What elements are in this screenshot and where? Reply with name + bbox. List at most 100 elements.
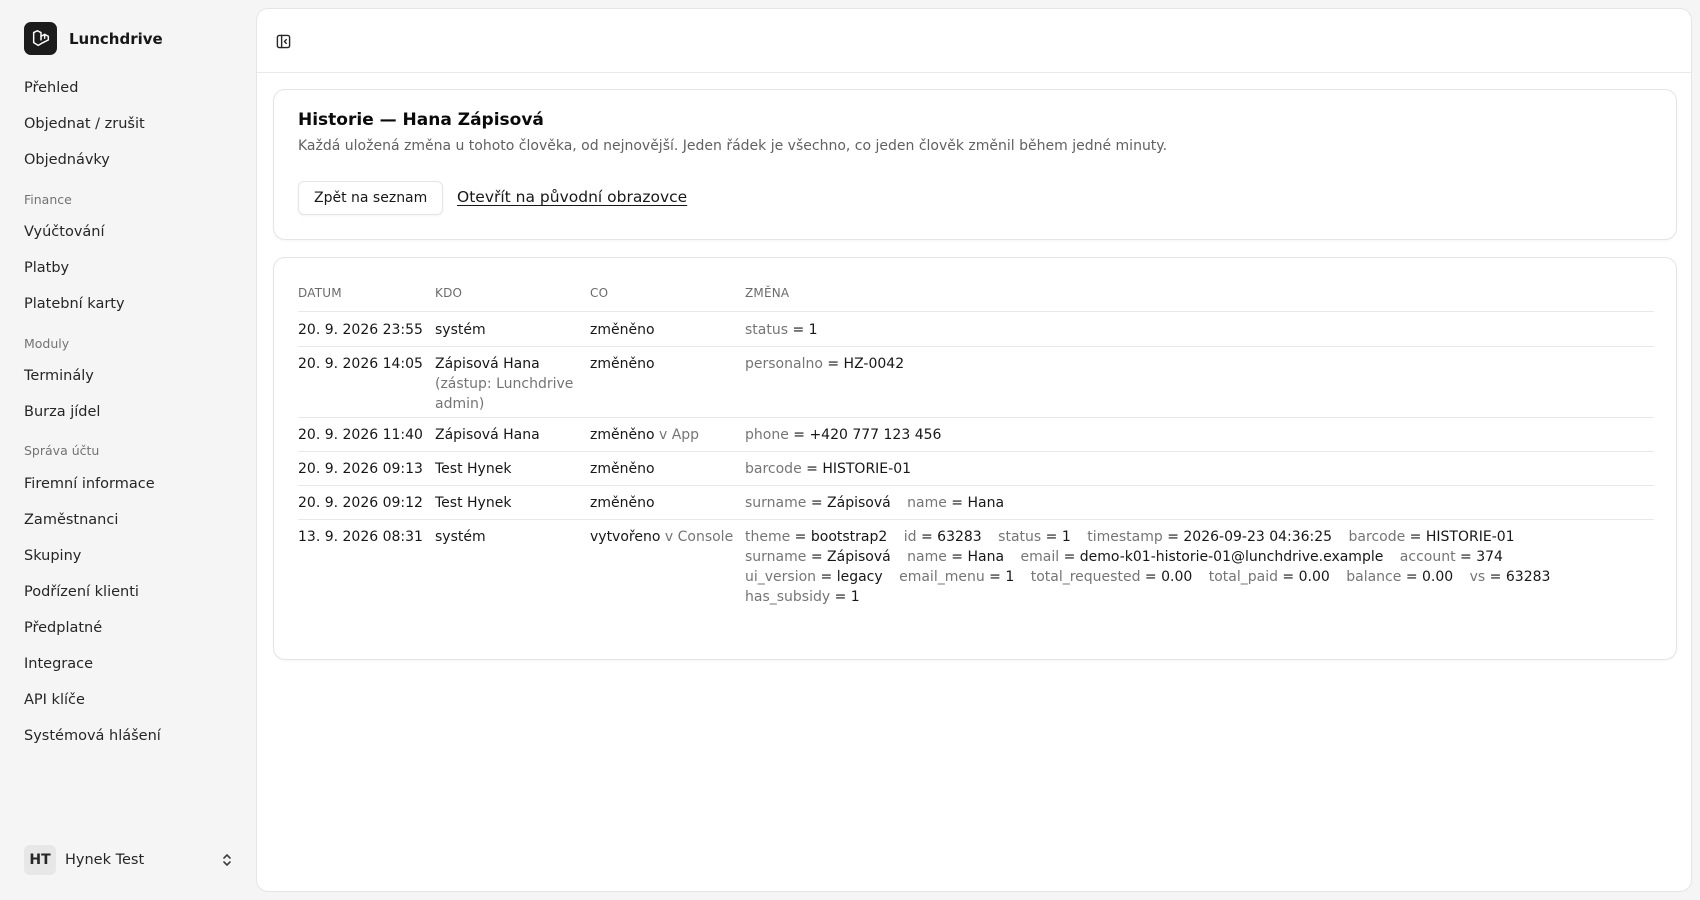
sidebar-item-integrace[interactable]: Integrace: [24, 654, 93, 674]
equals-sign: =: [822, 356, 844, 372]
equals-sign: =: [946, 495, 968, 511]
action-source: v App: [658, 427, 700, 443]
change-value: HZ-0042: [843, 356, 905, 372]
cell-what: změněno: [590, 493, 740, 513]
column-header-what: CO: [590, 286, 609, 300]
sidebar-item-vyuctovani[interactable]: Vyúčtování: [24, 222, 105, 242]
change-key: account: [1399, 549, 1456, 565]
sidebar-item-api-klice[interactable]: API klíče: [24, 690, 85, 710]
cell-change: personalno = HZ-0042: [745, 354, 1654, 374]
who-name: Zápisová Hana: [435, 427, 540, 443]
change-key: barcode: [745, 461, 802, 477]
sidebar-item-objednat[interactable]: Objednat / zrušit: [24, 114, 145, 134]
cell-date: 20. 9. 2026 09:12: [298, 495, 423, 511]
equals-sign: =: [1401, 569, 1423, 585]
cell-who: systém: [435, 320, 590, 340]
sidebar-item-terminaly[interactable]: Terminály: [24, 366, 94, 386]
change-key: total_paid: [1208, 569, 1278, 585]
sidebar-item-prehled[interactable]: Přehled: [24, 78, 78, 98]
cell-date: 20. 9. 2026 14:05: [298, 356, 423, 372]
cell-who: Test Hynek: [435, 493, 590, 513]
change-value: Hana: [967, 495, 1005, 511]
cell-who: Zápisová Hana (zástup: Lunchdrive admin): [435, 354, 590, 414]
main-panel: Historie — Hana Zápisová Každá uložená z…: [256, 8, 1692, 892]
brand-logo-icon: [24, 22, 57, 55]
sidebar-group-sprava-uctu: Správa účtu: [24, 443, 100, 458]
cell-what: vytvořeno v Console: [590, 527, 740, 547]
open-original-screen-link[interactable]: Otevřít na původní obrazovce: [457, 188, 687, 206]
sidebar-item-platby[interactable]: Platby: [24, 258, 69, 278]
change-value: 63283: [937, 529, 982, 545]
change-key: id: [903, 529, 917, 545]
back-to-list-button[interactable]: Zpět na seznam: [298, 181, 444, 215]
change-pair: vs = 63283: [1470, 569, 1551, 585]
change-key: has_subsidy: [745, 589, 831, 605]
equals-sign: =: [916, 529, 938, 545]
equals-sign: =: [1041, 529, 1062, 545]
cell-date: 13. 9. 2026 08:31: [298, 529, 423, 545]
user-name: Hynek Test: [65, 852, 145, 868]
equals-sign: =: [1405, 529, 1426, 545]
change-value: demo-k01-historie-01@lunchdrive.example: [1079, 549, 1384, 565]
cell-date: 20. 9. 2026 09:13: [298, 461, 423, 477]
sidebar-item-platebni-karty[interactable]: Platební karty: [24, 294, 125, 314]
cell-date: 20. 9. 2026 23:55: [298, 322, 423, 338]
equals-sign: =: [1455, 549, 1477, 565]
change-value: 1: [1061, 529, 1071, 545]
equals-sign: =: [788, 427, 810, 443]
column-header-date: DATUM: [298, 286, 342, 300]
sidebar-item-systemova-hlaseni[interactable]: Systémová hlášení: [24, 726, 161, 746]
equals-sign: =: [806, 549, 828, 565]
change-key: total_requested: [1030, 569, 1141, 585]
action-label: změněno: [590, 495, 655, 511]
change-pair: email = demo-k01-historie-01@lunchdrive.…: [1021, 549, 1384, 565]
change-pair: barcode = HISTORIE-01: [1349, 529, 1515, 545]
page-subtitle: Každá uložená změna u tohoto člověka, od…: [298, 138, 1168, 154]
change-key: status: [998, 529, 1042, 545]
change-key: surname: [745, 495, 807, 511]
change-value: 0.00: [1161, 569, 1193, 585]
change-key: name: [907, 549, 947, 565]
sidebar-toggle-icon[interactable]: [273, 31, 293, 51]
equals-sign: =: [801, 461, 823, 477]
sidebar-item-skupiny[interactable]: Skupiny: [24, 546, 81, 566]
who-name: Test Hynek: [435, 461, 512, 477]
change-value: 374: [1476, 549, 1503, 565]
change-key: name: [907, 495, 947, 511]
sidebar: Lunchdrive Přehled Objednat / zrušit Obj…: [0, 0, 256, 900]
change-pair: name = Hana: [907, 549, 1004, 565]
page-title: Historie — Hana Zápisová: [298, 110, 544, 130]
sidebar-group-moduly: Moduly: [24, 336, 70, 351]
sidebar-item-firemni-informace[interactable]: Firemní informace: [24, 474, 155, 494]
change-key: vs: [1469, 569, 1486, 585]
cell-date: 20. 9. 2026 11:40: [298, 427, 423, 443]
change-value: 1: [808, 322, 818, 338]
change-pair: total_paid = 0.00: [1209, 569, 1330, 585]
change-key: status: [745, 322, 789, 338]
sidebar-item-zamestnanci[interactable]: Zaměstnanci: [24, 510, 118, 530]
topbar: [257, 9, 1691, 73]
user-menu[interactable]: HT Hynek Test: [24, 845, 234, 875]
change-key: barcode: [1348, 529, 1406, 545]
change-pair: email_menu = 1: [899, 569, 1014, 585]
who-name: systém: [435, 529, 486, 545]
sidebar-item-podrizeni-klienti[interactable]: Podřízení klienti: [24, 582, 139, 602]
who-name: systém: [435, 322, 486, 338]
change-value: Zápisová: [827, 495, 891, 511]
brand[interactable]: Lunchdrive: [24, 22, 163, 55]
change-value: HISTORIE-01: [1425, 529, 1515, 545]
change-pair: status = 1: [745, 322, 818, 338]
change-pair: status = 1: [998, 529, 1071, 545]
action-label: vytvořeno: [590, 529, 661, 545]
sidebar-item-predplatne[interactable]: Předplatné: [24, 618, 102, 638]
sidebar-item-burza-jidel[interactable]: Burza jídel: [24, 402, 100, 422]
table-row: 13. 9. 2026 08:31 systém vytvořeno v Conso…: [298, 519, 1654, 609]
change-key: timestamp: [1087, 529, 1163, 545]
change-key: surname: [745, 549, 807, 565]
history-header-card: Historie — Hana Zápisová Každá uložená z…: [273, 89, 1677, 240]
sidebar-item-objednavky[interactable]: Objednávky: [24, 150, 110, 170]
action-label: změněno: [590, 356, 655, 372]
change-key: ui_version: [745, 569, 817, 585]
who-name: Test Hynek: [435, 495, 512, 511]
change-value: Zápisová: [827, 549, 891, 565]
